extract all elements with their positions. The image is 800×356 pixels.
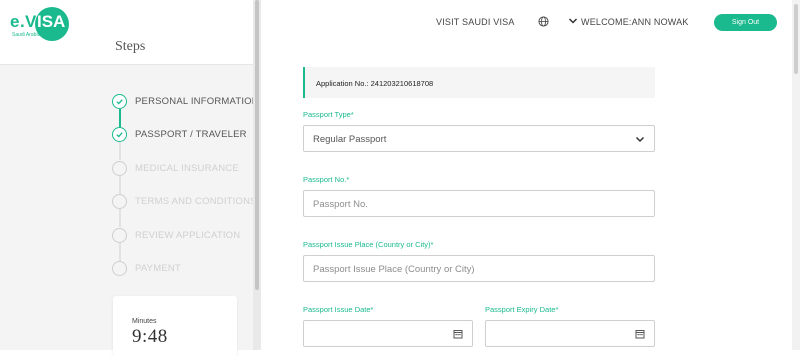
calendar-icon[interactable]: [453, 329, 463, 339]
issue-date-label: Passport Issue Date*: [303, 305, 374, 314]
step-payment: PAYMENT: [112, 260, 181, 276]
step-circle-icon: [112, 193, 127, 209]
step-label: MEDICAL INSURANCE: [135, 162, 239, 174]
passport-no-label: Passport No.*: [303, 175, 350, 184]
step-label: PASSPORT / TRAVELER: [135, 128, 247, 140]
evisa-logo[interactable]: e . V ISA Saudi Arabia: [8, 6, 72, 42]
svg-text:Saudi Arabia: Saudi Arabia: [12, 32, 41, 38]
step-circle-icon: [112, 227, 127, 243]
application-number-box: Application No.: 241203210618708: [303, 67, 655, 98]
visit-saudi-visa-link[interactable]: VISIT SAUDI VISA: [436, 17, 515, 27]
step-label: PERSONAL INFORMATION: [135, 95, 259, 107]
calendar-icon[interactable]: [635, 329, 645, 339]
step-medical-insurance: MEDICAL INSURANCE: [112, 160, 239, 176]
globe-icon[interactable]: [538, 16, 549, 27]
passport-type-select[interactable]: Regular Passport: [303, 125, 655, 152]
sign-out-button[interactable]: Sign Out: [714, 14, 777, 31]
step-passport-traveler[interactable]: PASSPORT / TRAVELER: [112, 126, 247, 142]
step-connector: [119, 109, 121, 127]
expiry-date-label: Passport Expiry Date*: [485, 305, 559, 314]
issue-date-input[interactable]: [303, 320, 473, 347]
passport-no-placeholder: Passport No.: [313, 199, 368, 210]
timer-label: Minutes: [132, 318, 157, 325]
check-icon: [112, 126, 127, 142]
main-scroll-thumb[interactable]: [794, 4, 798, 74]
sidebar-scroll-thumb[interactable]: [255, 0, 259, 290]
issue-place-label: Passport Issue Place (Country or City)*: [303, 240, 434, 249]
issue-place-placeholder: Passport Issue Place (Country or City): [313, 264, 475, 275]
application-number: Application No.: 241203210618708: [316, 79, 434, 88]
timer-value: 9:48: [132, 326, 168, 347]
chevron-down-icon[interactable]: [568, 17, 578, 25]
step-personal-information[interactable]: PERSONAL INFORMATION: [112, 93, 259, 109]
step-connector: [119, 243, 121, 261]
svg-text:e: e: [10, 12, 19, 31]
step-connector: [119, 176, 121, 194]
step-connector: [119, 142, 121, 160]
steps-title: Steps: [115, 39, 146, 54]
step-circle-icon: [112, 260, 127, 276]
svg-text:V: V: [25, 12, 37, 31]
step-circle-icon: [112, 160, 127, 176]
timer-card: Minutes 9:48: [113, 296, 237, 356]
step-connector: [119, 209, 121, 227]
step-label: REVIEW APPLICATION: [135, 229, 241, 241]
expiry-date-input[interactable]: [485, 320, 655, 347]
svg-text:ISA: ISA: [37, 12, 65, 31]
step-terms-and-conditions: TERMS AND CONDITIONS: [112, 193, 257, 209]
passport-type-label: Passport Type*: [303, 110, 354, 119]
step-review-application: REVIEW APPLICATION: [112, 227, 240, 243]
passport-no-input[interactable]: Passport No.: [303, 190, 655, 217]
passport-type-value: Regular Passport: [313, 134, 387, 145]
welcome-user-menu[interactable]: WELCOME:ANN NOWAK: [581, 17, 689, 27]
check-icon: [112, 93, 127, 109]
chevron-down-icon: [635, 136, 645, 143]
step-label: TERMS AND CONDITIONS: [135, 195, 257, 207]
issue-place-input[interactable]: Passport Issue Place (Country or City): [303, 255, 655, 282]
step-label: PAYMENT: [135, 262, 181, 274]
